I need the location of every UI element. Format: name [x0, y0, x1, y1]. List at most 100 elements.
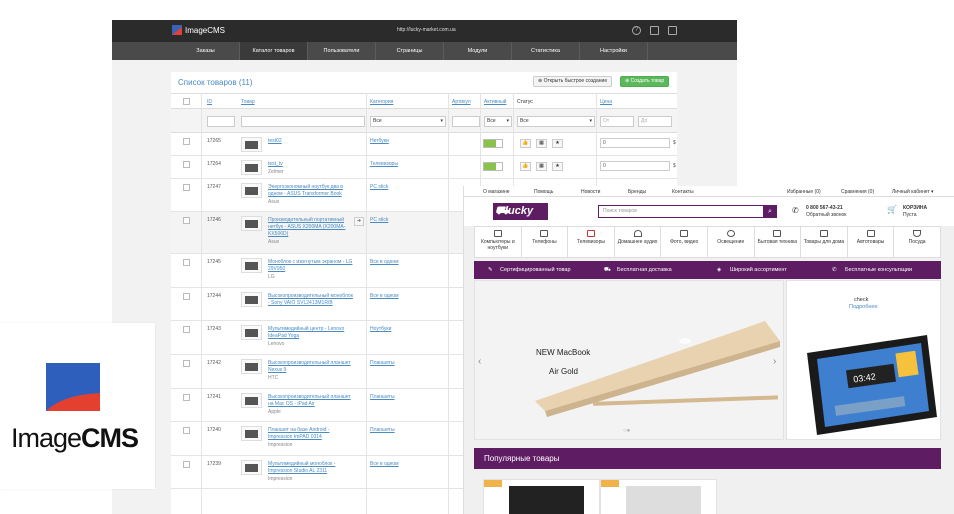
grid-icon[interactable]: ▦	[536, 139, 547, 148]
like-icon[interactable]: 👍	[520, 162, 531, 171]
compare-link[interactable]: Сравнения (0)	[841, 189, 874, 195]
category-appliances[interactable]: Бытовая техника	[755, 227, 802, 257]
menu-pages[interactable]: Страницы	[376, 42, 444, 60]
quick-create-button[interactable]: ⊕ Открыть быстрое создание	[533, 76, 613, 87]
top-link-brands[interactable]: Бренды	[628, 189, 646, 195]
row-checkbox[interactable]	[183, 184, 190, 191]
product-name-link[interactable]: Мультимедийный центр - Lenovo IdeaPad Yo…	[268, 326, 353, 340]
account-link[interactable]: Личный кабинет ▾	[892, 189, 934, 195]
price-input[interactable]: 0	[600, 161, 670, 171]
product-category-link[interactable]: PC stick	[370, 217, 388, 223]
product-category-link[interactable]: Планшеты	[370, 394, 395, 400]
filter-status-select[interactable]: Все ▾	[517, 116, 595, 127]
row-checkbox[interactable]	[183, 326, 190, 333]
like-icon[interactable]: 👍	[520, 139, 531, 148]
product-category-link[interactable]: Телевизоры	[370, 161, 398, 167]
top-link-contacts[interactable]: Контакты	[672, 189, 694, 195]
filter-product-input[interactable]	[241, 116, 365, 127]
filter-price-to[interactable]: До	[638, 116, 672, 127]
slider-dots[interactable]: ○●	[623, 428, 630, 434]
slider-next-icon[interactable]: ›	[773, 356, 776, 367]
search-button[interactable]: ⌕	[763, 205, 777, 218]
category-photo[interactable]: Фото, видео	[661, 227, 708, 257]
favorites-link[interactable]: Избранные (0)	[787, 189, 821, 195]
category-tv[interactable]: Телевизоры	[568, 227, 615, 257]
row-checkbox[interactable]	[183, 161, 190, 168]
filter-id-input[interactable]	[207, 116, 235, 127]
filter-sku-input[interactable]	[452, 116, 480, 127]
row-checkbox[interactable]	[183, 138, 190, 145]
cart-block[interactable]: 🛒 КОРЗИНА Пуста	[887, 205, 927, 219]
product-name-link[interactable]: Производительный портативный нетбук - AS…	[268, 217, 353, 238]
create-product-button[interactable]: ⊕ Создать товар	[620, 76, 670, 87]
product-name-link[interactable]: Высокопроизводительный планшет на Mac OS…	[268, 394, 353, 408]
category-audio[interactable]: Домашнее аудио	[615, 227, 662, 257]
row-checkbox[interactable]	[183, 217, 190, 224]
col-active[interactable]: Активный	[484, 99, 506, 105]
top-link-help[interactable]: Помощь	[534, 189, 553, 195]
star-icon[interactable]: ★	[552, 139, 563, 148]
product-category-link[interactable]: PC stick	[370, 184, 388, 190]
filter-category-select[interactable]: Все ▾	[370, 116, 446, 127]
table-row[interactable]: 17265 test02 Нетбуки 👍 ▦ ★ 0 $	[171, 133, 677, 156]
row-checkbox[interactable]	[183, 394, 190, 401]
active-toggle[interactable]	[483, 139, 503, 148]
category-home[interactable]: Товары для дома	[801, 227, 848, 257]
product-category-link[interactable]: Ноутбуки	[370, 326, 391, 332]
help-icon[interactable]: ?	[632, 26, 641, 35]
product-name-link[interactable]: test_tv	[268, 161, 353, 168]
row-checkbox[interactable]	[183, 360, 190, 367]
product-name-link[interactable]: Мультимедийный моноблок - Impression Stu…	[268, 461, 353, 475]
product-name-link[interactable]: Высокопроизводительный планшет Nexus 9	[268, 360, 353, 374]
category-phones[interactable]: Телефоны	[522, 227, 569, 257]
filter-price-from[interactable]: От	[600, 116, 634, 127]
row-checkbox[interactable]	[183, 259, 190, 266]
user-icon[interactable]	[650, 26, 659, 35]
row-checkbox[interactable]	[183, 293, 190, 300]
move-arrow-icon[interactable]: ➜	[354, 217, 364, 226]
star-icon[interactable]: ★	[552, 162, 563, 171]
category-lighting[interactable]: Освещение	[708, 227, 755, 257]
product-name-link[interactable]: test02	[268, 138, 353, 145]
slider-prev-icon[interactable]: ‹	[478, 356, 481, 367]
site-url[interactable]: http://lucky-market.com.ua	[397, 27, 456, 33]
shop-logo[interactable]: ⛟ lucky market	[493, 203, 548, 225]
product-category-link[interactable]: Все в одном	[370, 461, 399, 467]
select-all-checkbox[interactable]	[183, 98, 190, 105]
category-dishes[interactable]: Посуда	[894, 227, 940, 257]
admin-logo[interactable]: ImageCMS	[172, 25, 225, 35]
top-link-news[interactable]: Новости	[581, 189, 600, 195]
product-name-link[interactable]: Планшет на базе Android - Impression ImP…	[268, 427, 353, 441]
active-toggle[interactable]	[483, 162, 503, 171]
row-checkbox[interactable]	[183, 427, 190, 434]
category-computers[interactable]: Компьютеры и ноутбуки	[475, 227, 522, 257]
product-category-link[interactable]: Планшеты	[370, 360, 395, 366]
grid-icon[interactable]: ▦	[536, 162, 547, 171]
product-category-link[interactable]: Все в одном	[370, 293, 399, 299]
col-product[interactable]: Товар	[241, 99, 255, 105]
menu-modules[interactable]: Модули	[444, 42, 512, 60]
hero-slider[interactable]: NEW MacBook Air Gold ‹ › ○●	[474, 280, 784, 440]
col-price[interactable]: Цена	[600, 99, 612, 105]
product-name-link[interactable]: Энергоэкономный ноутбук два в одном - AS…	[268, 184, 353, 198]
top-link-about[interactable]: О магазине	[483, 189, 510, 195]
side-promo[interactable]: check Подробнее 03:42	[786, 280, 941, 440]
menu-catalog[interactable]: Каталог товаров	[240, 42, 308, 60]
col-id[interactable]: ID	[207, 99, 212, 105]
product-category-link[interactable]: Нетбуки	[370, 138, 389, 144]
search-input[interactable]: Поиск товаров	[598, 205, 764, 218]
price-input[interactable]: 0	[600, 138, 670, 148]
table-row[interactable]: 17264 test_tv Телевизоры Zelmer 👍 ▦ ★ 0 $	[171, 156, 677, 179]
product-card[interactable]	[600, 479, 717, 514]
category-auto[interactable]: Автотовары	[848, 227, 895, 257]
row-checkbox[interactable]	[183, 461, 190, 468]
product-category-link[interactable]: Все в одном	[370, 259, 399, 265]
product-name-link[interactable]: Моноблок с изогнутым экраном - LG 29V950	[268, 259, 353, 273]
menu-statistics[interactable]: Статистика	[512, 42, 580, 60]
menu-users[interactable]: Пользователи	[308, 42, 376, 60]
col-category[interactable]: Категория	[370, 99, 393, 105]
product-category-link[interactable]: Планшеты	[370, 427, 395, 433]
promo-more-link[interactable]: Подробнее	[849, 304, 878, 310]
product-card[interactable]	[483, 479, 600, 514]
filter-active-select[interactable]: Все ▾	[484, 116, 512, 127]
